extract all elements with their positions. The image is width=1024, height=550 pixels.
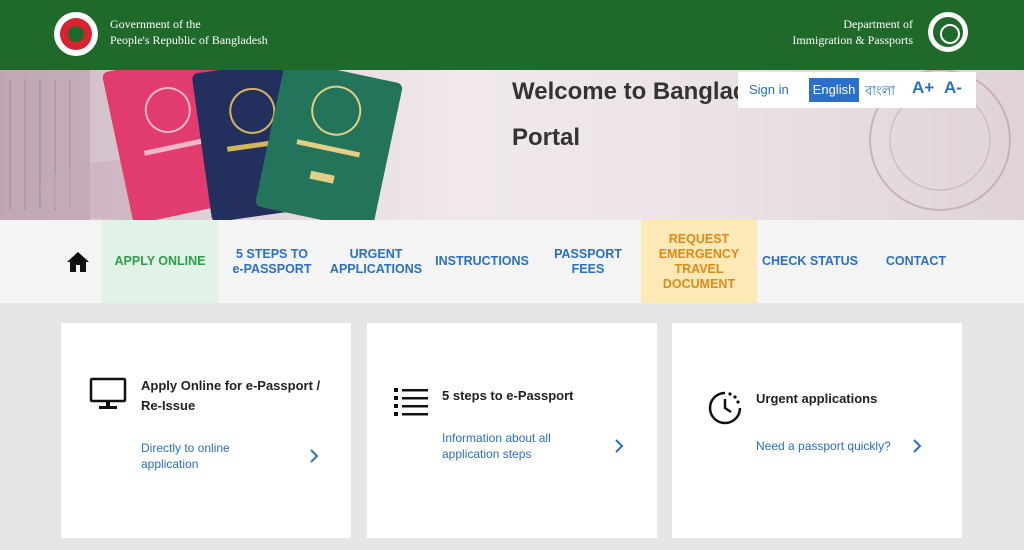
nav-emerg-line1: REQUEST (668, 231, 730, 246)
dept-title-line1: Department of (843, 17, 913, 31)
card-steps-title: 5 steps to e-Passport (442, 388, 574, 403)
main-nav: APPLY ONLINE 5 STEPS TO e-PASSPORT URGEN… (0, 220, 1024, 303)
gov-title-line1: Government of the (110, 17, 201, 31)
government-title: Government of the People's Republic of B… (110, 16, 268, 48)
card-apply-online[interactable]: Apply Online for e-Passport / Re-Issue D… (61, 323, 351, 538)
card-apply-link-line1: Directly to online (141, 441, 230, 455)
nav-instructions[interactable]: INSTRUCTIONS (434, 220, 530, 303)
home-icon (67, 251, 89, 272)
chevron-right-icon[interactable] (611, 438, 627, 454)
nav-steps-line2: e-PASSPORT (232, 261, 312, 276)
card-apply-title-line1: Apply Online for e-Passport / (141, 378, 321, 393)
nav-apply-online[interactable]: APPLY ONLINE (102, 220, 218, 303)
nav-steps-line1: 5 STEPS TO (235, 246, 308, 261)
portal-heading: Portal (512, 124, 581, 151)
sign-in-link[interactable]: Sign in (749, 82, 789, 97)
bangla-button[interactable]: বাংলা (865, 82, 895, 103)
card-urgent-applications[interactable]: Urgent applications Need a passport quic… (672, 323, 962, 538)
nav-emerg-line3: TRAVEL (674, 261, 724, 276)
card-apply-title: Apply Online for e-Passport / Re-Issue (141, 376, 320, 416)
welcome-clip: Welcome to Bangladesh e-Passport Portal (0, 70, 738, 220)
monitor-icon (89, 377, 127, 409)
gov-title-line2: People's Republic of Bangladesh (110, 33, 268, 47)
card-steps-link-line1: Information about all (442, 431, 551, 445)
dept-title-line2: Immigration & Passports (792, 33, 913, 47)
card-steps-link[interactable]: Information about all application steps (442, 430, 551, 462)
nav-urgent-applications[interactable]: URGENT APPLICATIONS (328, 220, 424, 303)
department-title: Department of Immigration & Passports (792, 16, 913, 48)
nav-instructions-label: INSTRUCTIONS (435, 254, 529, 268)
font-increase-button[interactable]: A+ (912, 78, 934, 98)
card-apply-link[interactable]: Directly to online application (141, 440, 230, 472)
nav-urgent-line2: APPLICATIONS (329, 261, 423, 276)
nav-home[interactable] (58, 220, 98, 303)
english-button[interactable]: English (809, 78, 859, 102)
font-decrease-button[interactable]: A- (944, 78, 962, 98)
card-steps-link-line2: application steps (442, 447, 532, 461)
nav-5-steps[interactable]: 5 STEPS TO e-PASSPORT (226, 220, 318, 303)
nav-emergency-travel-document[interactable]: REQUEST EMERGENCY TRAVEL DOCUMENT (641, 220, 757, 303)
chevron-right-icon[interactable] (306, 448, 322, 464)
government-emblem-icon (54, 12, 98, 56)
nav-check-status-label: CHECK STATUS (761, 254, 859, 268)
nav-urgent-line1: URGENT (349, 246, 403, 261)
department-emblem-icon (928, 12, 968, 52)
nav-fees-line1: PASSPORT (554, 246, 622, 261)
card-urgent-link[interactable]: Need a passport quickly? (756, 438, 891, 454)
nav-contact[interactable]: CONTACT (876, 220, 956, 303)
nav-apply-online-label: APPLY ONLINE (114, 254, 206, 268)
card-apply-title-line2: Re-Issue (141, 398, 196, 413)
nav-passport-fees[interactable]: PASSPORT FEES (544, 220, 632, 303)
nav-contact-label: CONTACT (885, 254, 947, 268)
nav-fees-line2: FEES (571, 261, 605, 276)
clock-icon (708, 391, 742, 425)
card-urgent-title: Urgent applications (756, 391, 878, 406)
card-apply-link-line2: application (141, 457, 199, 471)
nav-check-status[interactable]: CHECK STATUS (760, 220, 860, 303)
list-icon (394, 388, 428, 416)
top-header: Government of the People's Republic of B… (0, 0, 1024, 70)
chevron-right-icon[interactable] (909, 438, 925, 454)
welcome-heading: Welcome to Bangladesh e-Passport (512, 78, 738, 105)
card-5-steps[interactable]: 5 steps to e-Passport Information about … (367, 323, 657, 538)
nav-emerg-line4: DOCUMENT (662, 276, 736, 291)
nav-emerg-line2: EMERGENCY (658, 246, 740, 261)
